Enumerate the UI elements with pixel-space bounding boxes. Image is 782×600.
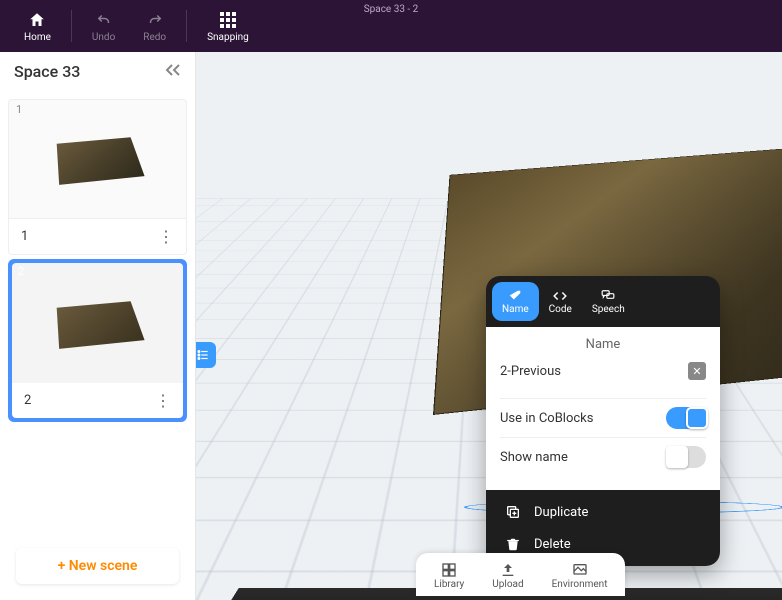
main: Space 33 1 1 ⋮ 2 2 ⋮ — [0, 52, 782, 600]
scene-thumbnail[interactable] — [12, 263, 183, 383]
home-button[interactable]: Home — [10, 6, 65, 47]
duplicate-button[interactable]: Duplicate — [490, 496, 716, 528]
snapping-button[interactable]: Snapping — [193, 6, 263, 47]
code-icon — [550, 288, 570, 304]
toggle-showname-row: Show name — [500, 438, 706, 476]
tab-speech[interactable]: Speech — [582, 282, 635, 321]
redo-label: Redo — [143, 32, 166, 43]
showname-toggle[interactable] — [666, 446, 706, 468]
library-label: Library — [434, 579, 464, 590]
tab-code-label: Code — [549, 304, 572, 315]
trash-icon — [502, 536, 524, 552]
scene-label: 2 — [24, 393, 31, 408]
collapse-sidebar-button[interactable] — [165, 64, 181, 80]
tab-name[interactable]: Name — [492, 282, 539, 321]
delete-label: Delete — [534, 537, 571, 552]
object-name-input[interactable]: 2-Previous — [500, 364, 561, 379]
scene-footer: 1 ⋮ — [8, 219, 187, 255]
coblocks-label: Use in CoBlocks — [500, 411, 593, 426]
environment-icon — [569, 561, 591, 579]
object-context-panel: Name Code Speech Name 2-Previous ✕ — [486, 276, 720, 566]
scene-index: 1 — [16, 103, 22, 116]
coblocks-toggle[interactable] — [666, 407, 706, 429]
canvas-workspace[interactable]: Name Code Speech Name 2-Previous ✕ — [196, 52, 782, 600]
toggle-knob — [686, 407, 708, 429]
scenes-list: 1 1 ⋮ 2 2 ⋮ — [0, 91, 195, 538]
new-scene-button[interactable]: + New scene — [16, 548, 179, 584]
tab-name-label: Name — [502, 304, 529, 315]
redo-icon — [145, 10, 165, 30]
space-title: Space 33 — [14, 62, 80, 81]
home-icon — [27, 10, 47, 30]
scene-label: 1 — [21, 229, 28, 244]
divider — [186, 10, 187, 42]
sidebar-header: Space 33 — [0, 52, 195, 91]
tab-code[interactable]: Code — [539, 282, 582, 321]
home-label: Home — [24, 32, 51, 43]
undo-label: Undo — [92, 32, 115, 43]
scene-footer: 2 ⋮ — [12, 383, 183, 418]
grid-icon — [218, 10, 238, 30]
environment-button[interactable]: Environment — [538, 557, 622, 594]
scene-item[interactable]: 2 2 ⋮ — [8, 259, 187, 422]
library-icon — [438, 561, 460, 579]
clear-name-button[interactable]: ✕ — [688, 362, 706, 380]
upload-button[interactable]: Upload — [478, 557, 537, 594]
tag-icon — [505, 288, 525, 304]
duplicate-label: Duplicate — [534, 505, 588, 520]
speech-icon — [598, 288, 618, 304]
scenes-sidebar: Space 33 1 1 ⋮ 2 2 ⋮ — [0, 52, 196, 600]
undo-button[interactable]: Undo — [78, 6, 129, 47]
showname-label: Show name — [500, 450, 568, 465]
topbar: Space 33 - 2 Home Undo Redo Snapping — [0, 0, 782, 52]
scene-menu-button[interactable]: ⋮ — [155, 391, 171, 410]
name-row: 2-Previous ✕ — [500, 362, 706, 380]
context-tabs: Name Code Speech — [486, 276, 720, 327]
panel-body: Name 2-Previous ✕ Use in CoBlocks Show n… — [486, 327, 720, 490]
library-button[interactable]: Library — [420, 557, 478, 594]
snapping-label: Snapping — [207, 32, 249, 43]
scene-menu-button[interactable]: ⋮ — [158, 227, 174, 246]
scene-index: 2 — [18, 265, 24, 278]
upload-label: Upload — [492, 579, 523, 590]
environment-label: Environment — [552, 579, 608, 590]
undo-icon — [94, 10, 114, 30]
bottom-toolbar: Library Upload Environment — [416, 553, 625, 596]
duplicate-icon — [502, 504, 524, 520]
panel-title: Name — [500, 337, 706, 352]
window-title: Space 33 - 2 — [364, 4, 419, 15]
scene-thumbnail[interactable] — [8, 99, 187, 219]
divider — [71, 10, 72, 42]
list-handle-icon[interactable] — [196, 342, 216, 368]
toggle-knob — [666, 446, 688, 468]
upload-icon — [497, 561, 519, 579]
redo-button[interactable]: Redo — [129, 6, 180, 47]
scene-item[interactable]: 1 1 ⋮ — [8, 99, 187, 255]
toggle-coblocks-row: Use in CoBlocks — [500, 399, 706, 437]
tab-speech-label: Speech — [592, 304, 625, 315]
